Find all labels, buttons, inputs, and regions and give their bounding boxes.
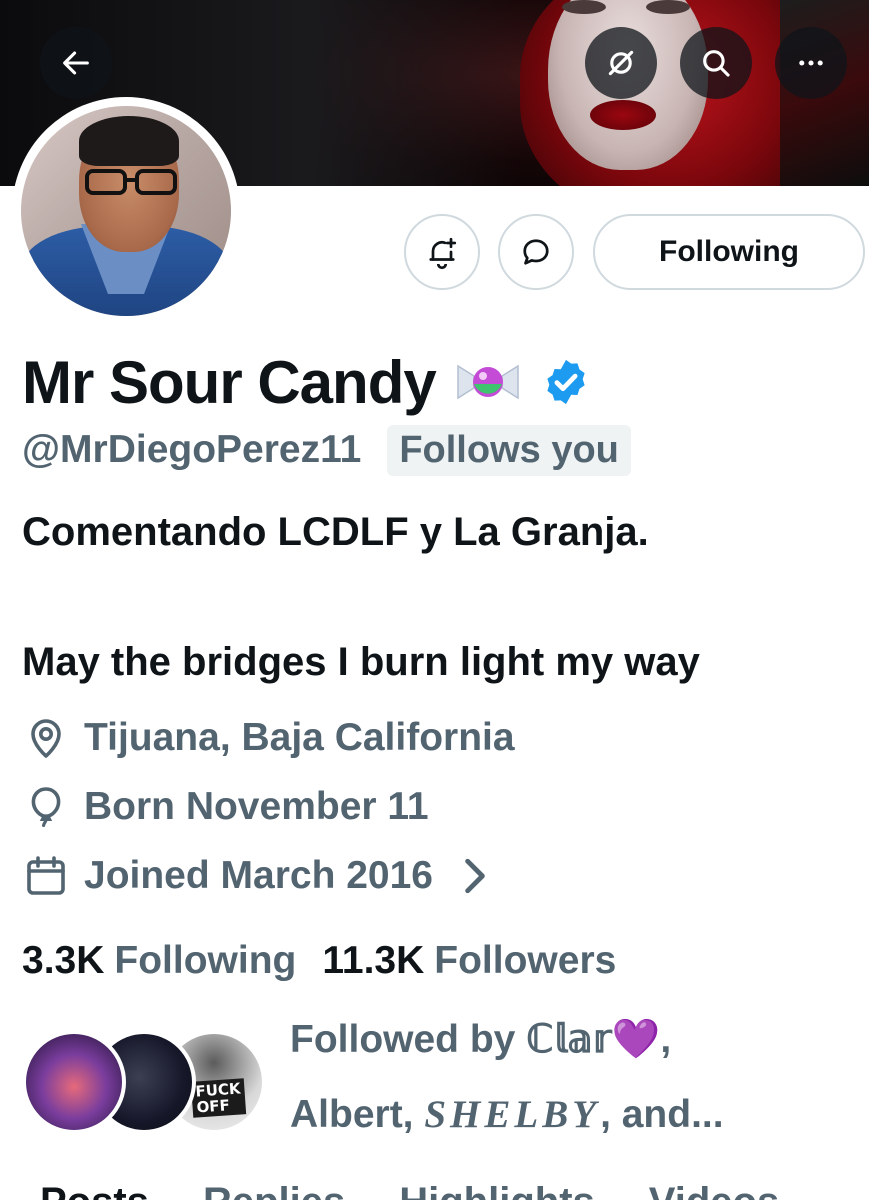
following-count: 3.3K	[22, 939, 105, 982]
followed-by-prefix: Followed by	[290, 1018, 527, 1061]
calendar-icon	[27, 856, 65, 895]
balloon-icon	[31, 787, 61, 827]
tab-videos[interactable]: Videos	[649, 1180, 779, 1200]
bio-line-1: Comentando LCDLF y La Granja.	[22, 510, 649, 554]
search-button[interactable]	[680, 27, 752, 99]
grok-button[interactable]	[585, 27, 657, 99]
birthday-row: Born November 11	[22, 779, 429, 835]
bio-line-2: May the bridges I burn light my way	[22, 640, 700, 684]
location-pin-icon	[31, 719, 61, 758]
followed-by-line-2[interactable]: Albert, SHELBY, and...	[290, 1092, 724, 1137]
chevron-right-icon[interactable]	[451, 852, 499, 900]
purple-heart-emoji: 💜	[611, 1018, 661, 1061]
avatar-glasses	[85, 169, 177, 195]
name-row: Mr Sour Candy	[22, 345, 592, 419]
profile-avatar[interactable]	[12, 97, 240, 325]
tab-highlights[interactable]: Highlights	[399, 1180, 595, 1200]
followed-by-line-1[interactable]: Followed by ℂ𝕝𝕒𝕣💜,	[290, 1016, 671, 1062]
location-row: Tijuana, Baja California	[22, 710, 515, 766]
message-button[interactable]	[498, 214, 574, 290]
following-count-label: Following	[114, 939, 297, 982]
notify-button[interactable]	[404, 214, 480, 290]
mutual-avatar-1[interactable]	[22, 1030, 126, 1134]
joined-text: Joined March 2016	[84, 854, 433, 897]
banner-eye-left	[562, 0, 606, 14]
grok-slash-icon	[608, 50, 634, 76]
tab-posts[interactable]: Posts	[40, 1180, 149, 1200]
display-name: Mr Sour Candy	[22, 348, 437, 416]
followers-count-link[interactable]: 11.3K Followers	[322, 939, 616, 983]
location-text: Tijuana, Baja California	[84, 716, 515, 759]
avatar-photo	[21, 106, 231, 316]
more-horizontal-icon	[799, 60, 823, 66]
following-count-link[interactable]: 3.3K Following	[22, 939, 296, 983]
verified-badge-icon[interactable]	[540, 356, 592, 408]
avatar-3-hoodie-text: FUCK OFF	[190, 1078, 247, 1118]
banner-eye-right	[646, 0, 690, 14]
mutual-name-3: SHELBY	[424, 1093, 601, 1136]
candy-emoji	[456, 364, 519, 400]
followers-count-label: Followers	[434, 939, 617, 982]
avatar-hair	[79, 116, 179, 166]
follow-counts: 3.3K Following 11.3K Followers	[22, 933, 616, 989]
message-bubble-icon	[523, 239, 549, 265]
profile-tabs: Posts Replies Highlights Videos	[40, 1180, 833, 1200]
banner-lips	[590, 100, 656, 130]
user-handle: @MrDiegoPerez11	[22, 428, 362, 471]
mutual-name-1: ℂ𝕝𝕒𝕣	[526, 1018, 612, 1061]
following-button[interactable]: Following	[593, 214, 865, 290]
followed-by-suffix: , and...	[600, 1093, 724, 1136]
mutual-name-2: Albert,	[290, 1093, 425, 1136]
followers-count: 11.3K	[322, 939, 425, 982]
birthday-text: Born November 11	[84, 785, 429, 828]
back-button[interactable]	[40, 27, 112, 99]
more-button[interactable]	[775, 27, 847, 99]
handle-row: @MrDiegoPerez11 Follows you	[22, 422, 631, 478]
search-icon	[703, 50, 730, 77]
joined-row[interactable]: Joined March 2016	[22, 848, 513, 904]
arrow-left-icon	[63, 51, 89, 75]
bell-plus-icon	[429, 237, 457, 270]
tab-replies[interactable]: Replies	[203, 1180, 345, 1200]
follows-you-badge: Follows you	[387, 424, 631, 476]
